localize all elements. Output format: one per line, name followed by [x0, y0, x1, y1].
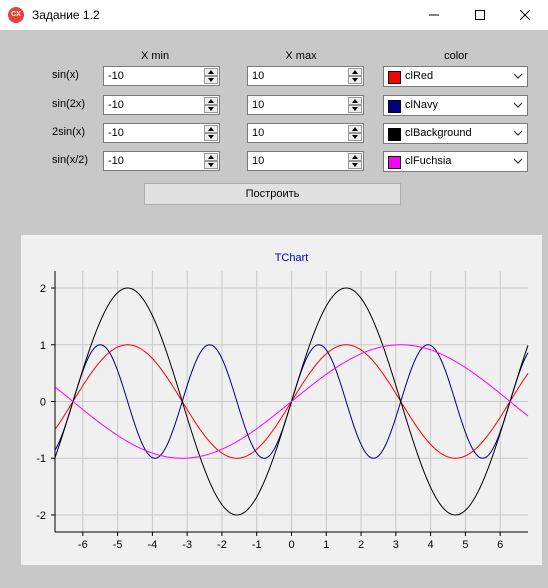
x-tick-label: 6	[497, 539, 503, 551]
minimize-icon	[429, 14, 439, 16]
chevron-down-icon	[513, 130, 523, 136]
build-button[interactable]: Построить	[144, 183, 401, 205]
chart-panel: -6 -5 -4 -3 -2 -1 0 1 2 3 4 5 6 -2 -1 0 1 2 TChart	[21, 235, 542, 565]
color-swatch	[388, 100, 401, 113]
spin-arrows-icon[interactable]	[348, 97, 362, 113]
spin-arrows-icon[interactable]	[204, 153, 218, 169]
xmax-value: 10	[252, 70, 265, 82]
xmax-value: 10	[252, 99, 265, 111]
color-combo-2sinx[interactable]: clBackground	[383, 123, 528, 144]
xmax-spin-2sinx[interactable]: 10	[247, 123, 364, 143]
x-tick-label: -1	[252, 539, 262, 551]
color-combo-sinx2[interactable]: clFuchsia	[383, 151, 528, 172]
x-tick-label: 1	[323, 539, 329, 551]
y-tick-label: 0	[40, 397, 46, 409]
spin-arrows-icon[interactable]	[348, 68, 362, 84]
xmin-spin-sinx2[interactable]: -10	[103, 151, 220, 171]
x-tick-label: -4	[147, 539, 157, 551]
header-xmin: X min	[140, 50, 170, 62]
xmin-spin-sin2x[interactable]: -10	[103, 95, 220, 115]
row-label-sinx: sin(x)	[52, 69, 79, 81]
client-area: X min X max color sin(x) -10 10 clRed si…	[0, 30, 548, 588]
maximize-button[interactable]	[457, 0, 503, 30]
xmax-value: 10	[252, 127, 265, 139]
row-label-sin2x: sin(2x)	[52, 98, 86, 110]
chart-title: TChart	[275, 252, 309, 264]
y-tick-label: 2	[40, 283, 46, 295]
xmin-value: -10	[108, 99, 124, 111]
chevron-down-icon	[513, 102, 523, 108]
minimize-button[interactable]	[411, 0, 457, 30]
color-combo-sin2x[interactable]: clNavy	[383, 95, 528, 116]
xmax-value: 10	[252, 155, 265, 167]
xmin-value: -10	[108, 155, 124, 167]
x-tick-label: -5	[113, 539, 123, 551]
x-tick-label: -6	[78, 539, 88, 551]
color-combo-sinx[interactable]: clRed	[383, 66, 528, 87]
app-icon: CX	[8, 7, 24, 23]
window-title: Задание 1.2	[32, 8, 100, 22]
x-tick-label: 3	[393, 539, 399, 551]
x-tick-label: -3	[182, 539, 192, 551]
y-tick-label: 1	[40, 340, 46, 352]
title-bar: CX Задание 1.2	[0, 0, 548, 30]
row-label-sinx2: sin(x/2)	[52, 154, 89, 166]
color-name: clBackground	[405, 127, 472, 139]
header-xmax: X max	[285, 50, 317, 62]
spin-arrows-icon[interactable]	[204, 68, 218, 84]
color-name: clFuchsia	[405, 155, 452, 167]
close-icon	[520, 10, 530, 20]
xmin-spin-sinx[interactable]: -10	[103, 66, 220, 86]
color-name: clRed	[405, 70, 434, 82]
xmin-value: -10	[108, 127, 124, 139]
x-tick-label: 4	[428, 539, 434, 551]
xmax-spin-sin2x[interactable]: 10	[247, 95, 364, 115]
chevron-down-icon	[513, 73, 523, 79]
color-name: clNavy	[405, 99, 439, 111]
header-color: color	[444, 50, 468, 62]
y-tick-label: -1	[36, 453, 46, 465]
xmax-spin-sinx2[interactable]: 10	[247, 151, 364, 171]
close-button[interactable]	[502, 0, 548, 30]
maximize-icon	[475, 10, 485, 20]
color-swatch	[388, 128, 401, 141]
y-tick-label: -2	[36, 510, 46, 522]
xmin-spin-2sinx[interactable]: -10	[103, 123, 220, 143]
xmin-value: -10	[108, 70, 124, 82]
x-tick-label: 2	[358, 539, 364, 551]
xmax-spin-sinx[interactable]: 10	[247, 66, 364, 86]
spin-arrows-icon[interactable]	[348, 153, 362, 169]
chevron-down-icon	[513, 158, 523, 164]
x-tick-label: -2	[217, 539, 227, 551]
spin-arrows-icon[interactable]	[348, 125, 362, 141]
row-label-2sinx: 2sin(x)	[52, 126, 86, 138]
color-swatch	[388, 156, 401, 169]
spin-arrows-icon[interactable]	[204, 125, 218, 141]
x-tick-label: 0	[288, 539, 294, 551]
color-swatch	[388, 71, 401, 84]
spin-arrows-icon[interactable]	[204, 97, 218, 113]
x-tick-label: 5	[462, 539, 468, 551]
chart: -6 -5 -4 -3 -2 -1 0 1 2 3 4 5 6 -2 -1 0 1 2 TChart	[36, 252, 529, 551]
